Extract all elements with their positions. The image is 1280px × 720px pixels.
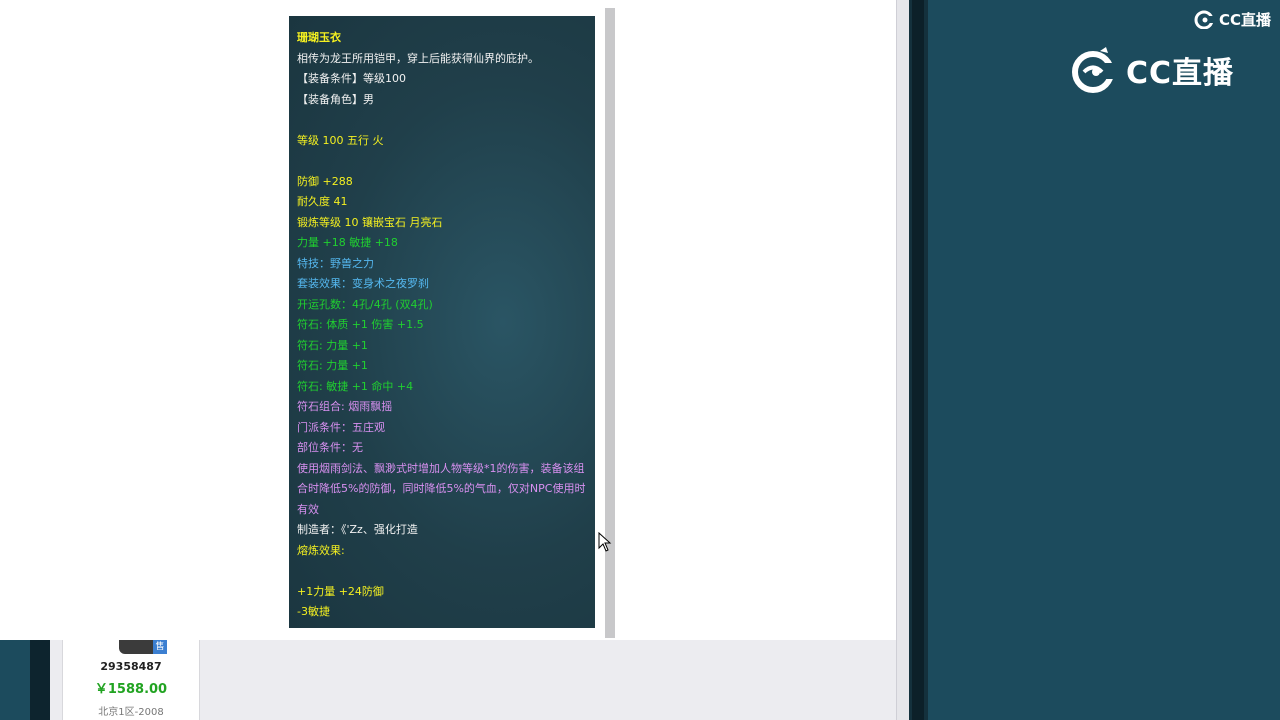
tooltip-line: 部位条件：无 — [297, 441, 363, 454]
cc-live-logo-text-small: CC直播 — [1219, 10, 1272, 29]
tooltip-line: 锻炼等级 10 镶嵌宝石 月亮石 — [297, 215, 443, 229]
sale-badge: 售 — [153, 640, 167, 654]
listing-price: ￥1588.00 — [94, 682, 168, 697]
tooltip-line: 力量 +18 敏捷 +18 — [297, 236, 398, 249]
tooltip-line: 套装效果：变身术之夜罗刹 — [297, 277, 429, 290]
tooltip-blank-line — [297, 151, 587, 172]
tooltip-line: 特技：野兽之力 — [297, 256, 374, 270]
tooltip-line: 【装备角色】男 — [297, 92, 374, 106]
tooltip-line: +1力量 +24防御 — [297, 584, 384, 598]
cc-logo-icon — [1194, 10, 1216, 29]
tooltip-line: 开运孔数：4孔/4孔 (双4孔) — [297, 297, 433, 311]
cc-live-logo-small: CC直播 — [1194, 8, 1271, 30]
tooltip-line: 等级 100 五行 火 — [297, 133, 384, 147]
tooltip-line: 熔炼效果: — [297, 543, 345, 557]
item-tooltip: 珊瑚玉衣相传为龙王所用铠甲，穿上后能获得仙界的庇护。 【装备条件】等级100 【装备… — [289, 16, 595, 628]
mouse-cursor-icon — [598, 532, 612, 552]
tooltip-blank-line — [297, 110, 587, 131]
item-detail-window: 珊瑚玉衣相传为龙王所用铠甲，穿上后能获得仙界的庇护。 【装备条件】等级100 【装备… — [0, 0, 896, 640]
window-divider — [908, 0, 928, 720]
stream-overlay-panel — [928, 0, 1280, 720]
listing-card[interactable]: 售 29358487 ￥1588.00 北京1区-2008 — [62, 640, 200, 720]
tooltip-line: 门派条件：五庄观 — [297, 420, 385, 434]
tooltip-line: 符石: 敏捷 +1 命中 +4 — [297, 379, 414, 393]
tooltip-blank-line — [297, 561, 587, 582]
tooltip-line: -3敏捷 — [297, 605, 330, 618]
cc-live-logo-text-large: CC直播 — [1126, 56, 1235, 91]
tooltip-line: 耐久度 41 — [297, 195, 348, 208]
tooltip-line: 防御 +288 — [297, 174, 353, 188]
left-edge-strip — [0, 640, 50, 720]
tooltip-line: 符石: 力量 +1 — [297, 338, 368, 352]
tooltip-line: 符石: 体质 +1 伤害 +1.5 — [297, 318, 424, 331]
tooltip-line: 相传为龙王所用铠甲，穿上后能获得仙界的庇护。 — [297, 51, 539, 65]
tooltip-line: 使用烟雨剑法、飘渺式时增加人物等级*1的伤害，装备该组合时降低5%的防御，同时降… — [297, 461, 586, 516]
tooltip-line: 符石: 力量 +1 — [297, 359, 368, 372]
window-edge — [896, 0, 909, 720]
tooltip-line: 符石组合: 烟雨飘摇 — [297, 400, 393, 413]
seller-id: 29358487 — [100, 660, 162, 673]
tooltip-line: 珊瑚玉衣 — [297, 31, 341, 44]
tooltip-line: 【装备条件】等级100 — [297, 72, 406, 85]
cc-live-logo-large: CC直播 — [1070, 42, 1234, 98]
server-name: 北京1区-2008 — [98, 707, 164, 718]
cc-logo-icon — [1072, 47, 1120, 93]
tooltip-line: 制造者：《'Zz、强化打造 — [297, 523, 418, 536]
